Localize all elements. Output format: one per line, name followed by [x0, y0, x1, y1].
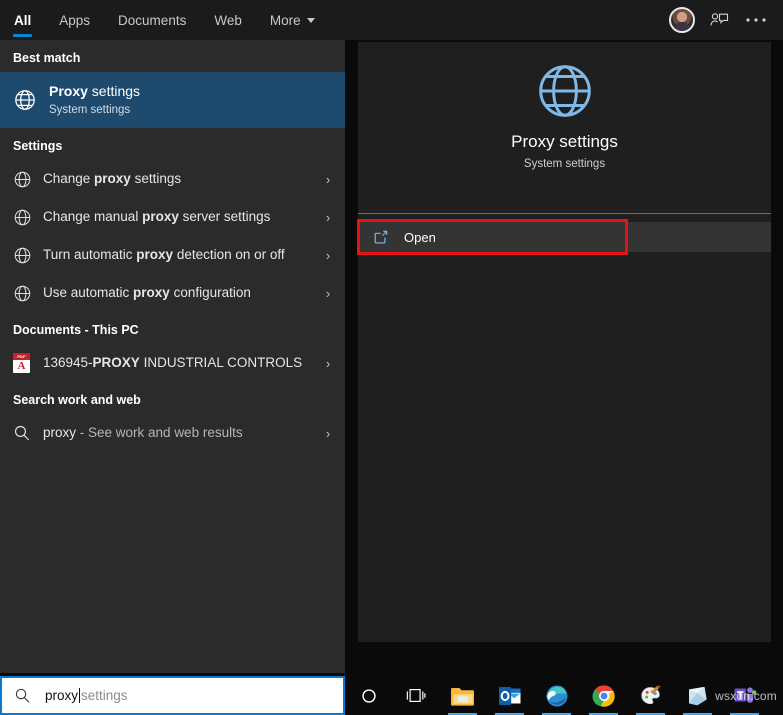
tab-more[interactable]: More: [256, 0, 329, 40]
search-filter-tabbar: All Apps Documents Web More: [0, 0, 783, 40]
best-match-title-bold: Proxy: [49, 82, 88, 99]
result-label-post: INDUSTRIAL CONTROLS: [139, 354, 303, 370]
open-external-icon: [358, 229, 404, 245]
open-button[interactable]: Open: [358, 222, 771, 252]
result-label-bold: proxy: [142, 208, 179, 224]
best-match-title-rest: settings: [87, 82, 141, 99]
web-search-suffix: - See work and web results: [76, 424, 243, 440]
result-label-pre: Turn automatic: [43, 246, 137, 262]
tab-all-label: All: [14, 12, 32, 28]
result-label-pre: Change: [43, 170, 95, 186]
web-search-query: proxy: [43, 424, 77, 440]
search-input-text: proxy settings: [45, 688, 128, 703]
chevron-right-icon[interactable]: ›: [321, 248, 335, 263]
text-caret: [79, 688, 81, 703]
tab-web[interactable]: Web: [200, 0, 256, 40]
open-button-label: Open: [404, 229, 436, 245]
chevron-down-icon: [306, 17, 315, 23]
documents-heading: Documents - This PC: [13, 323, 139, 337]
tab-apps[interactable]: Apps: [45, 0, 104, 40]
result-label-bold: PROXY: [92, 354, 140, 370]
search-typed-value: proxy: [45, 688, 79, 703]
chevron-right-icon[interactable]: ›: [321, 286, 335, 301]
search-work-and-web-heading: Search work and web: [13, 393, 141, 407]
ellipsis-icon[interactable]: [745, 17, 767, 23]
taskbar-edge-icon[interactable]: [533, 676, 580, 715]
settings-heading: Settings: [13, 139, 63, 153]
tab-all[interactable]: All: [0, 0, 45, 40]
result-change-proxy-settings[interactable]: Change proxy settings ›: [0, 160, 345, 198]
chevron-right-icon[interactable]: ›: [321, 356, 335, 371]
search-icon: [13, 424, 43, 442]
search-input[interactable]: proxy settings: [0, 676, 345, 715]
pdf-file-icon: [13, 353, 43, 373]
result-change-manual-proxy-server-settings[interactable]: Change manual proxy server settings ›: [0, 198, 345, 236]
result-label-bold: proxy: [133, 284, 170, 300]
taskbar-teams-icon[interactable]: [721, 676, 768, 715]
result-use-automatic-proxy-configuration[interactable]: Use automatic proxy configuration ›: [0, 274, 345, 312]
result-label-pre: 136945-: [43, 354, 93, 370]
globe-icon: [358, 60, 771, 122]
globe-icon: [13, 88, 49, 112]
result-label-pre: Use automatic: [43, 284, 134, 300]
result-label-post: detection on or off: [173, 246, 285, 262]
tab-documents-label: Documents: [118, 12, 187, 28]
best-match-subtitle: System settings: [49, 103, 131, 116]
result-turn-automatic-proxy-detection[interactable]: Turn automatic proxy detection on or off…: [0, 236, 345, 274]
result-label-post: configuration: [169, 284, 251, 300]
result-label-bold: proxy: [94, 170, 131, 186]
globe-icon: [13, 208, 43, 227]
windows-search-overlay: All Apps Documents Web More Best match P…: [0, 0, 783, 715]
tab-apps-label: Apps: [59, 12, 91, 28]
search-suggestion-suffix: settings: [81, 688, 128, 703]
tab-documents[interactable]: Documents: [104, 0, 200, 40]
result-web-search-proxy[interactable]: proxy - See work and web results ›: [0, 414, 345, 452]
result-label-post: server settings: [178, 208, 271, 224]
result-label-post: settings: [130, 170, 182, 186]
result-label-pre: Change manual: [43, 208, 143, 224]
preview-title: Proxy settings: [511, 132, 618, 151]
taskbar: [345, 676, 783, 715]
chevron-right-icon[interactable]: ›: [321, 172, 335, 187]
search-results-panel: Best match Proxy settings System setting…: [0, 40, 345, 673]
result-document-136945-proxy-industrial-controls[interactable]: 136945-PROXY INDUSTRIAL CONTROLS ›: [0, 344, 345, 382]
result-label-bold: proxy: [136, 246, 174, 262]
preview-actions: Open: [357, 219, 771, 255]
avatar[interactable]: [669, 7, 695, 33]
taskbar-cortana-icon[interactable]: [345, 676, 392, 715]
taskbar-paint-icon[interactable]: [627, 676, 674, 715]
globe-icon: [13, 284, 43, 303]
feedback-icon[interactable]: [709, 10, 729, 30]
globe-icon: [13, 246, 43, 265]
best-match-heading: Best match: [13, 51, 81, 65]
globe-icon: [13, 170, 43, 189]
taskbar-sticky-notes-icon[interactable]: [674, 676, 721, 715]
result-best-match-proxy-settings[interactable]: Proxy settings System settings: [0, 72, 345, 128]
preview-panel: Proxy settings System settings Open: [357, 42, 771, 642]
taskbar-chrome-icon[interactable]: [580, 676, 627, 715]
chevron-right-icon[interactable]: ›: [321, 426, 335, 441]
taskbar-outlook-icon[interactable]: [486, 676, 533, 715]
chevron-right-icon[interactable]: ›: [321, 210, 335, 225]
taskbar-task-view-icon[interactable]: [392, 676, 439, 715]
preview-subtitle: System settings: [523, 158, 606, 170]
tab-more-label: More: [269, 12, 301, 28]
tab-web-label: Web: [214, 12, 242, 28]
taskbar-file-explorer-icon[interactable]: [439, 676, 486, 715]
preview-hero: Proxy settings System settings: [358, 42, 771, 214]
search-icon: [14, 687, 31, 704]
